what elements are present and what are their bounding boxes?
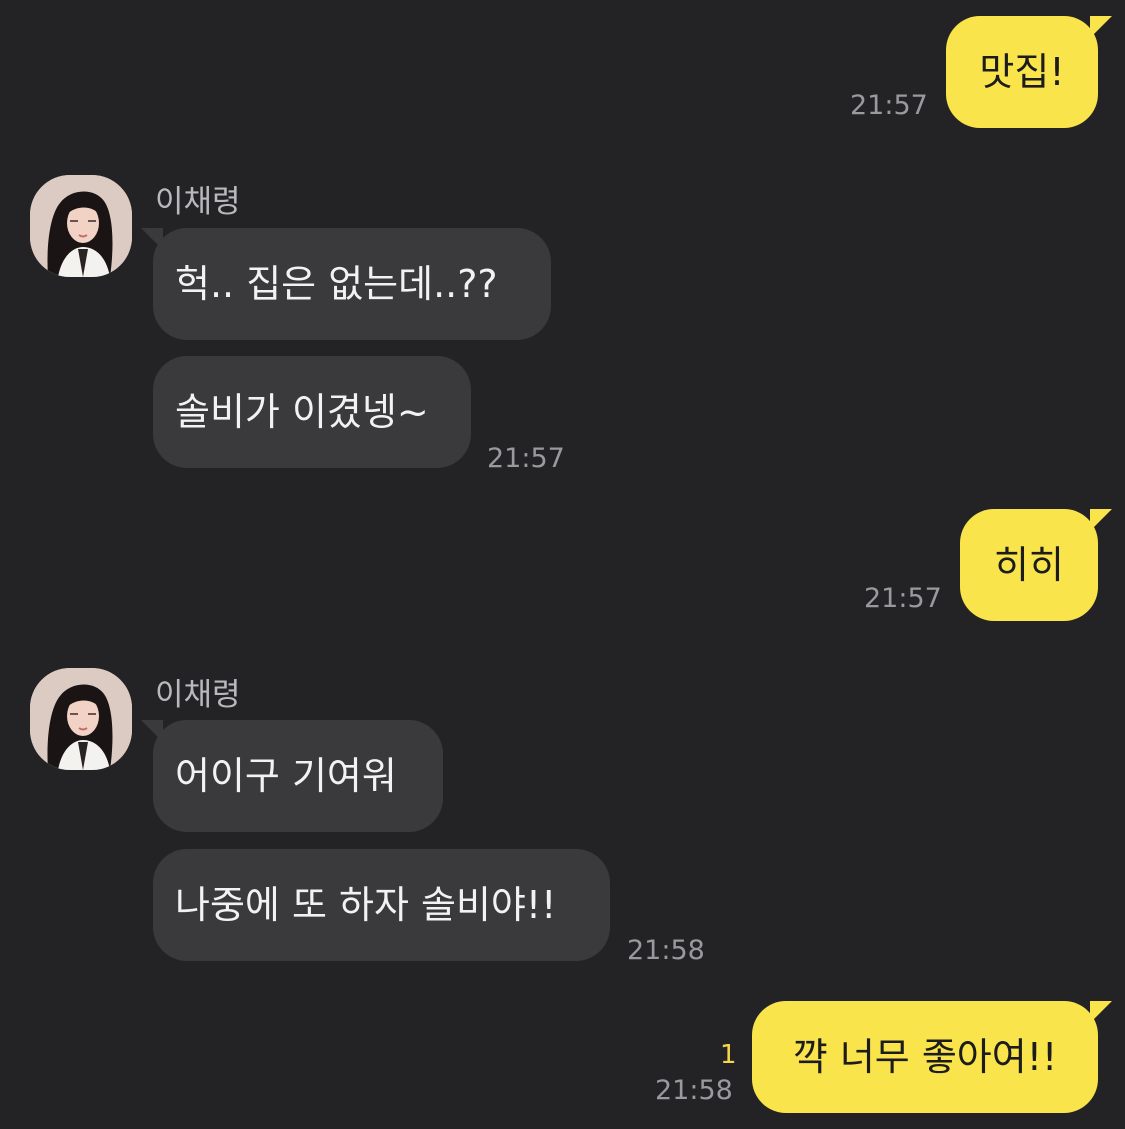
their-message-bubble[interactable]: 헉.. 집은 없는데..??	[141, 228, 551, 340]
sender-name: 이채령	[155, 184, 241, 220]
their-message-bubble[interactable]: 솔비가 이겼넹~	[153, 356, 471, 468]
timestamp: 21:57	[864, 583, 942, 614]
bubble-tail	[1090, 509, 1112, 531]
timestamp: 21:58	[655, 1075, 733, 1106]
timestamp: 21:57	[487, 443, 565, 474]
timestamp: 21:58	[627, 935, 705, 966]
bubble-tail	[1090, 1001, 1112, 1023]
sender-name: 이채령	[155, 677, 241, 713]
their-message-bubble[interactable]: 어이구 기여워	[141, 720, 443, 832]
my-message-bubble[interactable]: 히히	[960, 509, 1112, 621]
unread-count: 1	[720, 1040, 737, 1070]
avatar-photo-icon	[30, 668, 132, 770]
my-message-bubble[interactable]: 꺅 너무 좋아여!!	[752, 1001, 1112, 1113]
message-text: 히히	[994, 543, 1064, 587]
avatar-photo-icon	[30, 175, 132, 277]
sender-avatar[interactable]	[30, 175, 132, 277]
timestamp: 21:57	[850, 90, 928, 121]
bubble-tail	[141, 228, 163, 250]
bubble-tail	[141, 720, 163, 742]
message-text: 꺅 너무 좋아여!!	[792, 1035, 1058, 1079]
message-text: 맛집!	[979, 50, 1065, 94]
message-text: 나중에 또 하자 솔비야!!	[175, 883, 557, 927]
message-text: 헉.. 집은 없는데..??	[175, 262, 498, 306]
sender-avatar[interactable]	[30, 668, 132, 770]
message-text: 솔비가 이겼넹~	[175, 390, 429, 434]
their-message-bubble[interactable]: 나중에 또 하자 솔비야!!	[153, 849, 610, 961]
my-message-bubble[interactable]: 맛집!	[946, 16, 1112, 128]
message-text: 어이구 기여워	[175, 754, 397, 798]
bubble-tail	[1090, 16, 1112, 38]
